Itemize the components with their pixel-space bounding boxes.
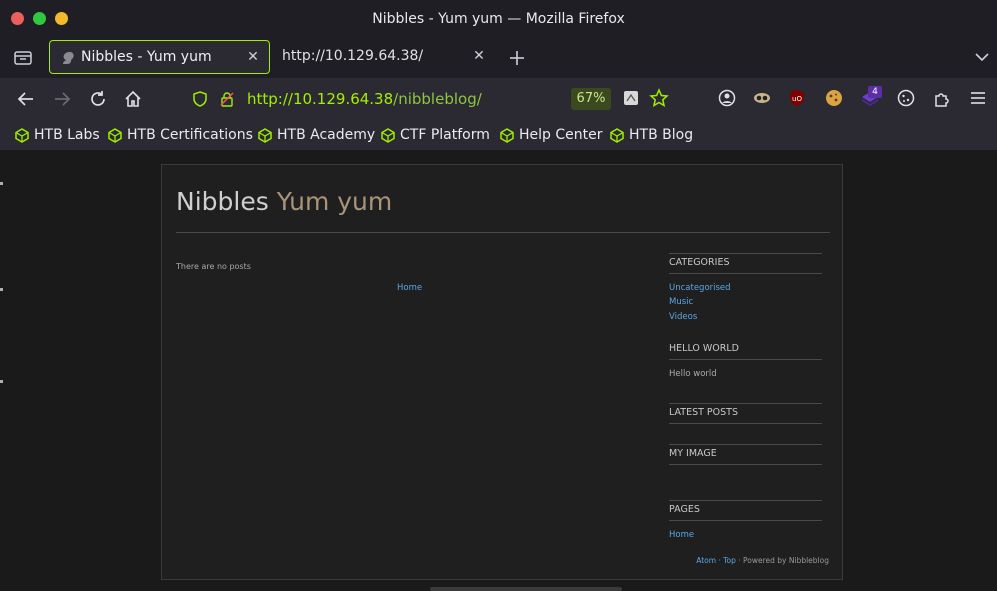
zoom-level-button[interactable]: 67% [571, 88, 611, 110]
tab-strip: Nibbles - Yum yum ✕ http://10.129.64.38/… [0, 38, 997, 78]
new-tab-icon[interactable] [506, 47, 528, 69]
latest-posts-heading: LATEST POSTS [669, 407, 739, 418]
insecure-lock-icon[interactable] [219, 91, 235, 107]
bookmarks-toolbar: HTB Labs HTB Certifications HTB Academy … [0, 120, 997, 150]
bookmark-label: HTB Labs [34, 127, 100, 143]
bookmark-htb-blog[interactable]: HTB Blog [610, 125, 693, 145]
htb-cube-icon [610, 127, 624, 143]
sidebar-divider [669, 359, 822, 360]
header-divider [176, 232, 830, 233]
tab-label: http://10.129.64.38/ [282, 48, 424, 64]
svg-text:uO: uO [792, 95, 802, 103]
url-text[interactable]: http://10.129.64.38/nibbleblog/ [247, 90, 482, 108]
sidebar-divider [669, 423, 822, 424]
my-image-heading: MY IMAGE [669, 448, 717, 459]
tab-nibbles[interactable]: Nibbles - Yum yum ✕ [49, 40, 270, 74]
ublock-origin-icon[interactable]: uO [787, 88, 807, 108]
squirrel-favicon-icon [59, 50, 75, 66]
blog-slogan: Yum yum [276, 187, 393, 216]
page-action-icon[interactable] [622, 89, 640, 107]
edge-marker [0, 288, 3, 291]
sidebar-divider [669, 273, 822, 274]
bookmark-label: Help Center [519, 127, 603, 143]
back-arrow-icon[interactable] [15, 88, 37, 110]
hello-world-heading: HELLO WORLD [669, 343, 739, 354]
url-path: /nibbleblog/ [393, 90, 482, 108]
htb-cube-icon [381, 127, 395, 143]
window-title: Nibbles - Yum yum — Mozilla Firefox [372, 11, 625, 27]
bookmark-ctf-platform[interactable]: CTF Platform [381, 125, 490, 145]
htb-cube-icon [258, 127, 272, 143]
extension-glasses-icon[interactable] [752, 88, 772, 108]
account-icon[interactable] [717, 88, 737, 108]
nav-bar: http://10.129.64.38/nibbleblog/ 67% uO [0, 78, 997, 120]
bookmark-htb-academy[interactable]: HTB Academy [258, 125, 375, 145]
top-link[interactable]: Top [723, 556, 736, 565]
pages-heading: PAGES [669, 504, 700, 515]
extensions-puzzle-icon[interactable] [932, 88, 952, 108]
hello-world-text: Hello world [669, 369, 717, 379]
bookmark-label: HTB Certifications [127, 127, 253, 143]
blog-container: Nibbles Yum yum There are no posts Home … [161, 164, 843, 580]
firefox-view-icon[interactable] [13, 48, 33, 68]
url-host: 10.129.64.38 [292, 90, 394, 108]
category-link-uncategorised[interactable]: Uncategorised [669, 283, 731, 293]
category-link-music[interactable]: Music [669, 297, 693, 307]
url-scheme: http:// [247, 90, 293, 108]
blog-footer: Atom · Top · Powered by Nibbleblog [696, 556, 829, 565]
sidebar-divider [669, 253, 822, 254]
home-icon[interactable] [122, 88, 144, 110]
sidebar-divider [669, 500, 822, 501]
bookmark-label: HTB Blog [629, 127, 694, 143]
no-posts-text: There are no posts [176, 262, 251, 271]
bookmark-htb-certifications[interactable]: HTB Certifications [108, 125, 253, 145]
sidebar-divider [669, 520, 822, 521]
tab-label: Nibbles - Yum yum [81, 49, 212, 65]
tab-ip[interactable]: http://10.129.64.38/ ✕ [273, 40, 495, 74]
extension-badge: 4 [868, 86, 882, 98]
bookmark-label: HTB Academy [277, 127, 376, 143]
close-tab-icon[interactable]: ✕ [245, 49, 261, 65]
edge-marker [0, 380, 3, 383]
chevron-down-icon[interactable] [972, 47, 992, 67]
shield-icon[interactable] [192, 91, 208, 107]
edge-marker [0, 182, 3, 185]
blog-name: Nibbles [176, 187, 269, 216]
bookmark-htb-labs[interactable]: HTB Labs [15, 125, 100, 145]
bookmark-label: CTF Platform [400, 127, 490, 143]
bookmark-star-icon[interactable] [649, 88, 669, 108]
page-content: Nibbles Yum yum There are no posts Home … [0, 150, 997, 591]
bookmark-help-center[interactable]: Help Center [500, 125, 603, 145]
hamburger-menu-icon[interactable] [968, 88, 988, 108]
htb-cube-icon [15, 127, 29, 143]
page-link-home[interactable]: Home [669, 530, 694, 540]
atom-link[interactable]: Atom [696, 556, 716, 565]
powered-by-text: · Powered by Nibbleblog [735, 556, 829, 565]
category-link-videos[interactable]: Videos [669, 312, 697, 322]
cookie-outline-icon[interactable] [896, 88, 916, 108]
home-link[interactable]: Home [397, 283, 422, 293]
forward-arrow-icon[interactable] [51, 88, 73, 110]
blog-title[interactable]: Nibbles Yum yum [176, 187, 392, 216]
reload-icon[interactable] [87, 88, 109, 110]
htb-cube-icon [108, 127, 122, 143]
horizontal-scrollbar[interactable] [430, 587, 622, 591]
sidebar-divider [669, 464, 822, 465]
categories-heading: CATEGORIES [669, 257, 730, 268]
cookie-extension-icon[interactable] [824, 88, 844, 108]
title-bar: Nibbles - Yum yum — Mozilla Firefox [0, 0, 997, 38]
sidebar-divider [669, 444, 822, 445]
sidebar-divider [669, 403, 822, 404]
close-tab-icon[interactable]: ✕ [471, 48, 487, 64]
htb-cube-icon [500, 127, 514, 143]
